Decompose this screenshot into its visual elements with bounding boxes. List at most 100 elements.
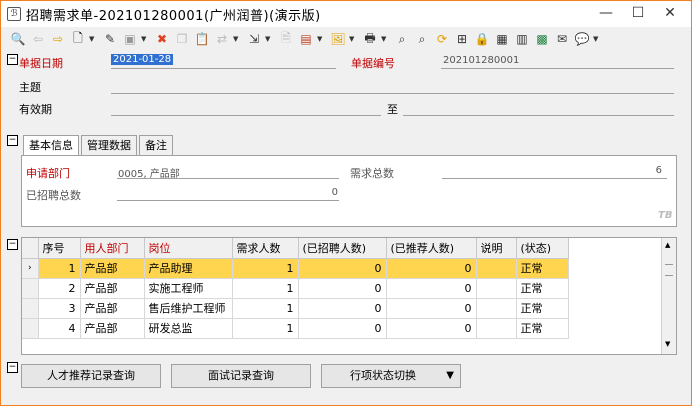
excel-icon[interactable]: ▩ (533, 30, 551, 48)
save-icon[interactable]: ▣ (121, 30, 139, 48)
cell-need[interactable]: 1 (232, 298, 299, 319)
date-field[interactable]: 2021-01-28 (111, 54, 174, 65)
tree-icon[interactable]: ⊞ (453, 30, 471, 48)
cell-seq[interactable]: 4 (38, 318, 81, 339)
hired-field[interactable]: 0 (118, 187, 338, 198)
cell-post[interactable]: 研发总监 (144, 318, 233, 339)
cell-recommended[interactable]: 0 (386, 298, 477, 319)
col-hired[interactable]: (已招聘人数) (298, 238, 387, 259)
scroll-thumb[interactable] (665, 264, 673, 276)
collapse-header-icon[interactable]: − (7, 54, 18, 65)
tab-management-data[interactable]: 管理数据 (81, 135, 137, 155)
collapse-buttons-icon[interactable]: − (7, 362, 18, 373)
cell-post[interactable]: 产品助理 (144, 258, 233, 279)
cell-seq[interactable]: 3 (38, 298, 81, 319)
cell-note[interactable] (476, 318, 517, 339)
col-recommended[interactable]: (已推荐人数) (386, 238, 477, 259)
col-status[interactable]: (状态) (516, 238, 569, 259)
cell-hired[interactable]: 0 (298, 258, 387, 279)
chat-dropdown-icon[interactable]: ▼ (593, 35, 601, 43)
table-row[interactable]: 3 产品部 售后维护工程师 1 0 0 正常 (22, 298, 569, 319)
cell-dept[interactable]: 产品部 (80, 258, 145, 279)
paste-icon[interactable]: 📋 (193, 30, 211, 48)
bookmark-icon[interactable]: ▤ (297, 30, 315, 48)
table-row[interactable]: 4 产品部 研发总监 1 0 0 正常 (22, 318, 569, 339)
image-dropdown-icon[interactable]: ▼ (349, 35, 357, 43)
print-icon[interactable]: 🖶 (361, 30, 379, 48)
cell-dept[interactable]: 产品部 (80, 318, 145, 339)
doc-icon[interactable]: 🗎 (277, 30, 295, 48)
cell-recommended[interactable]: 0 (386, 278, 477, 299)
table-row[interactable]: 2 产品部 实施工程师 1 0 0 正常 (22, 278, 569, 299)
cell-status[interactable]: 正常 (516, 278, 569, 299)
status-switch-button[interactable]: 行项状态切换 ▼ (321, 364, 461, 388)
tab-remarks[interactable]: 备注 (139, 135, 173, 155)
subject-field[interactable] (111, 93, 674, 94)
cell-dept[interactable]: 产品部 (80, 278, 145, 299)
cell-hired[interactable]: 0 (298, 298, 387, 319)
export-dropdown-icon[interactable]: ▼ (265, 35, 273, 43)
col-seq[interactable]: 序号 (38, 238, 81, 259)
cell-need[interactable]: 1 (232, 258, 299, 279)
collapse-tabs-icon[interactable]: − (7, 135, 18, 146)
col-need[interactable]: 需求人数 (232, 238, 299, 259)
cell-note[interactable] (476, 298, 517, 319)
new-doc-icon[interactable]: 🗋 (69, 30, 87, 48)
new-doc-dropdown-icon[interactable]: ▼ (89, 35, 97, 43)
cell-recommended[interactable]: 0 (386, 318, 477, 339)
talent-query-button[interactable]: 人才推荐记录查询 (21, 364, 161, 388)
cell-post[interactable]: 实施工程师 (144, 278, 233, 299)
minimize-icon[interactable]: — (591, 5, 621, 21)
table-row[interactable]: › 1 产品部 产品助理 1 0 0 正常 (22, 258, 569, 279)
col-note[interactable]: 说明 (476, 238, 517, 259)
scroll-down-icon[interactable]: ▼ (665, 340, 670, 348)
col-post[interactable]: 岗位 (144, 238, 233, 259)
cell-note[interactable] (476, 258, 517, 279)
cell-dept[interactable]: 产品部 (80, 298, 145, 319)
grid-scrollbar[interactable]: ▲ ▼ (661, 238, 676, 354)
bookmark-dropdown-icon[interactable]: ▼ (317, 35, 325, 43)
copy-icon[interactable]: ❐ (173, 30, 191, 48)
close-icon[interactable]: ✕ (655, 5, 685, 21)
save-dropdown-icon[interactable]: ▼ (141, 35, 149, 43)
back-icon[interactable]: ⇦ (29, 30, 47, 48)
cell-seq[interactable]: 1 (38, 258, 81, 279)
link-dropdown-icon[interactable]: ▼ (233, 35, 241, 43)
cell-note[interactable] (476, 278, 517, 299)
image-icon[interactable]: 🖼 (329, 30, 347, 48)
validity-start-field[interactable] (111, 115, 381, 116)
delete-icon[interactable]: ✖ (153, 30, 171, 48)
mail-icon[interactable]: ✉ (553, 30, 571, 48)
tab-basic-info[interactable]: 基本信息 (23, 135, 79, 156)
find-icon[interactable]: ⌕ (393, 30, 411, 48)
cell-recommended[interactable]: 0 (386, 258, 477, 279)
col-dept[interactable]: 用人部门 (80, 238, 145, 259)
validity-end-field[interactable] (403, 115, 674, 116)
print-dropdown-icon[interactable]: ▼ (381, 35, 389, 43)
cell-status[interactable]: 正常 (516, 258, 569, 279)
cell-status[interactable]: 正常 (516, 318, 569, 339)
collapse-grid-icon[interactable]: − (7, 239, 18, 250)
chat-icon[interactable]: 💬 (573, 30, 591, 48)
cell-hired[interactable]: 0 (298, 318, 387, 339)
cell-status[interactable]: 正常 (516, 298, 569, 319)
edit-icon[interactable]: ✎ (101, 30, 119, 48)
table-icon[interactable]: ▥ (513, 30, 531, 48)
find-next-icon[interactable]: ⌕ (413, 30, 431, 48)
refresh-icon[interactable]: ⟳ (433, 30, 451, 48)
cell-seq[interactable]: 2 (38, 278, 81, 299)
calendar-icon[interactable]: ▦ (493, 30, 511, 48)
cell-need[interactable]: 1 (232, 278, 299, 299)
cell-need[interactable]: 1 (232, 318, 299, 339)
forward-icon[interactable]: ⇨ (49, 30, 67, 48)
maximize-icon[interactable]: ☐ (623, 5, 653, 21)
lock-icon[interactable]: 🔒 (473, 30, 491, 48)
link-icon[interactable]: ⇄ (213, 30, 231, 48)
magnify-icon[interactable]: 🔍 (9, 30, 27, 48)
scroll-up-icon[interactable]: ▲ (665, 241, 670, 249)
cell-hired[interactable]: 0 (298, 278, 387, 299)
export-icon[interactable]: ⇲ (245, 30, 263, 48)
demand-field[interactable]: 6 (442, 165, 662, 176)
cell-post[interactable]: 售后维护工程师 (144, 298, 233, 319)
interview-query-button[interactable]: 面试记录查询 (171, 364, 311, 388)
